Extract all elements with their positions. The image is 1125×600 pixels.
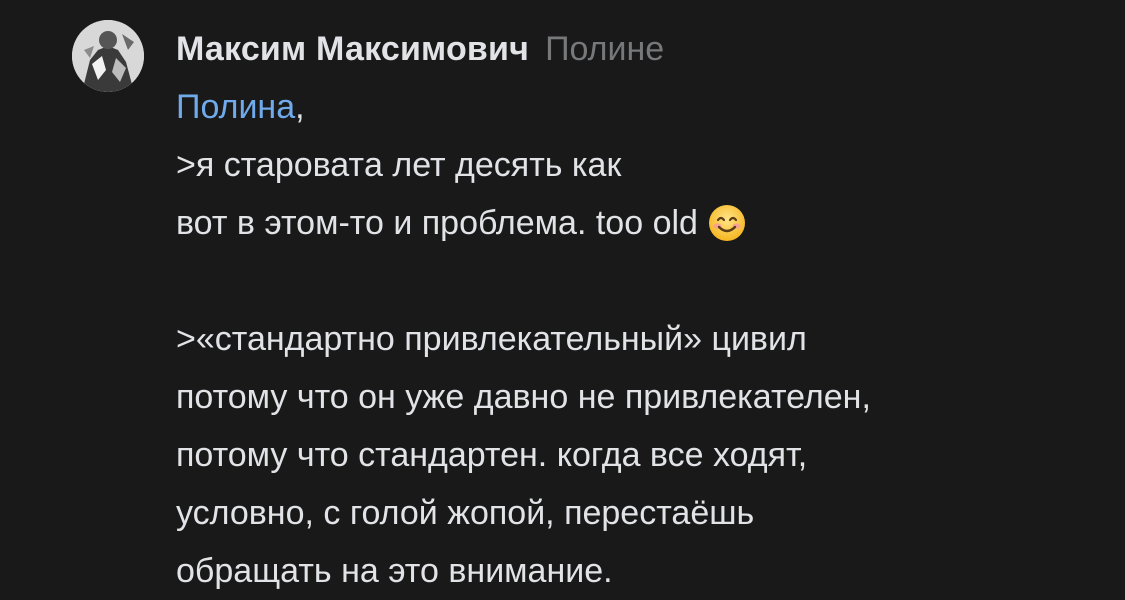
text-line: условно, с голой жопой, перестаёшь (176, 494, 755, 532)
text-line: потому что стандартен. когда все ходят, (176, 436, 808, 474)
author-name[interactable]: Максим Максимович (176, 30, 529, 69)
mention-suffix: , (295, 88, 305, 126)
comment-body: Максим Максимович Полине Полина, >я стар… (176, 20, 1105, 600)
text-line: >я староватa лет десять как (176, 146, 622, 184)
text-line: обращать на это внимание. (176, 552, 613, 590)
mention-link[interactable]: Полина (176, 88, 295, 126)
smiling-face-emoji-icon (708, 202, 746, 260)
avatar[interactable] (72, 20, 144, 92)
comment: Максим Максимович Полине Полина, >я стар… (72, 20, 1105, 598)
reply-to[interactable]: Полине (545, 30, 664, 69)
comment-text: Полина, >я староватa лет десять как вот … (176, 78, 1105, 600)
user-avatar-image (72, 20, 144, 92)
text-line: >«стандартно привлекательный» цивил (176, 320, 807, 358)
mention-line: Полина, (176, 78, 1105, 136)
comment-header: Максим Максимович Полине (176, 20, 1105, 78)
text-line-with-emoji: вот в этом-то и проблема. too old (176, 194, 1105, 252)
text-line: вот в этом-то и проблема. too old (176, 204, 698, 242)
text-line: потому что он уже давно не привлекателен… (176, 378, 871, 416)
